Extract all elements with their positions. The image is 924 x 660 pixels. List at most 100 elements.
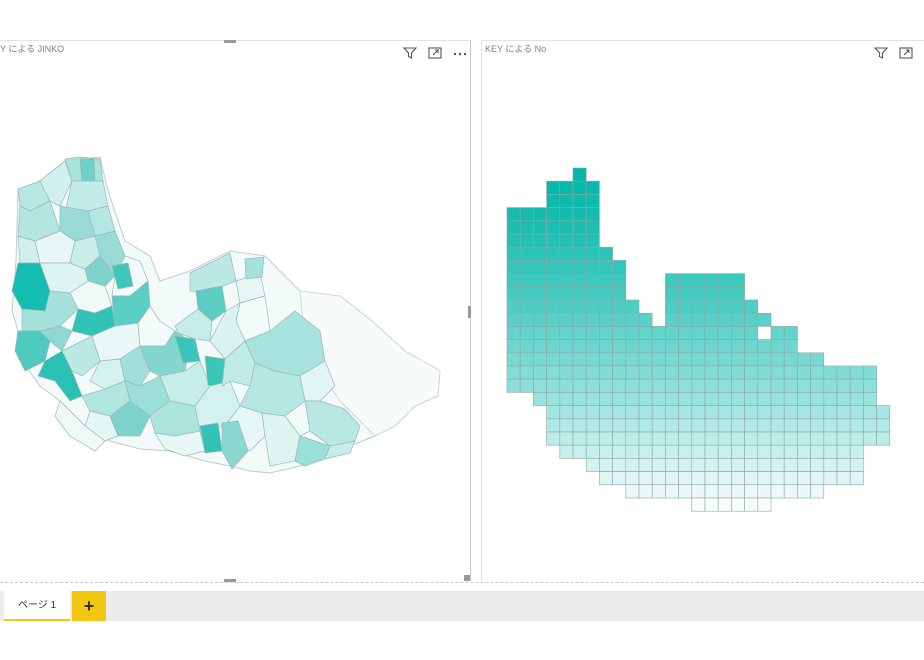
tile-cell[interactable] bbox=[717, 378, 732, 393]
tile-cell[interactable] bbox=[704, 378, 719, 393]
tile-cell[interactable] bbox=[770, 365, 785, 380]
tile-cell[interactable] bbox=[572, 352, 587, 367]
filled-map-visual[interactable]: Y による JINKO bbox=[0, 40, 471, 582]
tile-cell[interactable] bbox=[546, 339, 561, 354]
tile-cell[interactable] bbox=[770, 431, 785, 446]
tile-cell[interactable] bbox=[546, 326, 561, 340]
tile-cell[interactable] bbox=[665, 458, 679, 472]
tile-cell[interactable] bbox=[783, 326, 798, 340]
tile-cell[interactable] bbox=[810, 365, 825, 380]
tile-cell[interactable] bbox=[849, 431, 864, 446]
tile-cell[interactable] bbox=[625, 378, 640, 393]
tile-cell[interactable] bbox=[612, 299, 627, 314]
tile-cell[interactable] bbox=[797, 458, 811, 472]
tile-cell[interactable] bbox=[585, 392, 600, 406]
tile-cell[interactable] bbox=[704, 392, 719, 406]
tile-cell[interactable] bbox=[612, 339, 627, 354]
tile-cell[interactable] bbox=[546, 180, 561, 195]
tile-cell[interactable] bbox=[651, 458, 666, 472]
tile-cell[interactable] bbox=[757, 339, 772, 354]
tile-cell[interactable] bbox=[559, 326, 574, 340]
tile-cell[interactable] bbox=[599, 365, 613, 380]
tile-cell[interactable] bbox=[691, 286, 706, 301]
tile-cell[interactable] bbox=[757, 471, 772, 486]
tile-cell[interactable] bbox=[783, 339, 798, 354]
tile-cell[interactable] bbox=[770, 484, 785, 499]
tile-cell[interactable] bbox=[559, 312, 574, 327]
tile-cell[interactable] bbox=[665, 392, 679, 406]
tile-cell[interactable] bbox=[678, 312, 693, 327]
tile-cell[interactable] bbox=[863, 365, 877, 380]
tile-cell[interactable] bbox=[546, 233, 561, 248]
tile-cell[interactable] bbox=[612, 378, 627, 393]
tile-cell[interactable] bbox=[717, 484, 732, 499]
tile-cell[interactable] bbox=[678, 431, 693, 446]
tile-cell[interactable] bbox=[783, 471, 798, 486]
tile-cell[interactable] bbox=[638, 378, 653, 393]
tile-cell[interactable] bbox=[731, 484, 745, 499]
tile-cell[interactable] bbox=[651, 405, 666, 420]
tile-cell[interactable] bbox=[572, 444, 587, 459]
tile-cell[interactable] bbox=[691, 326, 706, 340]
tile-cell[interactable] bbox=[691, 484, 706, 499]
tile-cell[interactable] bbox=[546, 378, 561, 393]
tile-cell[interactable] bbox=[572, 365, 587, 380]
tile-cell[interactable] bbox=[744, 484, 759, 499]
tile-cell[interactable] bbox=[849, 365, 864, 380]
tile-cell[interactable] bbox=[704, 365, 719, 380]
tile-cell[interactable] bbox=[717, 326, 732, 340]
tile-cell[interactable] bbox=[823, 392, 838, 406]
tile-cell[interactable] bbox=[572, 326, 587, 340]
tile-cell[interactable] bbox=[572, 167, 587, 182]
tile-cell[interactable] bbox=[731, 471, 745, 486]
tile-cell[interactable] bbox=[533, 378, 547, 393]
tile-cell[interactable] bbox=[717, 444, 732, 459]
tile-cell[interactable] bbox=[691, 352, 706, 367]
tile-cell[interactable] bbox=[651, 352, 666, 367]
tile-cell[interactable] bbox=[783, 418, 798, 433]
tile-cell[interactable] bbox=[678, 378, 693, 393]
tile-cell[interactable] bbox=[797, 431, 811, 446]
tile-cell[interactable] bbox=[585, 273, 600, 288]
tile-cell[interactable] bbox=[823, 405, 838, 420]
tile-cell[interactable] bbox=[585, 180, 600, 195]
tile-cell[interactable] bbox=[678, 326, 693, 340]
tile-cell[interactable] bbox=[638, 458, 653, 472]
tile-cell[interactable] bbox=[678, 444, 693, 459]
tile-cell[interactable] bbox=[546, 220, 561, 235]
tile-cell[interactable] bbox=[836, 392, 851, 406]
tile-cell[interactable] bbox=[638, 444, 653, 459]
tile-cell[interactable] bbox=[678, 484, 693, 499]
tile-cell[interactable] bbox=[599, 458, 613, 472]
tile-cell[interactable] bbox=[559, 418, 574, 433]
tile-cell[interactable] bbox=[599, 326, 613, 340]
tile-cell[interactable] bbox=[599, 352, 613, 367]
tile-cell[interactable] bbox=[717, 431, 732, 446]
tile-cell[interactable] bbox=[849, 418, 864, 433]
tile-cell[interactable] bbox=[559, 180, 574, 195]
tile-cell[interactable] bbox=[625, 312, 640, 327]
tile-cell[interactable] bbox=[585, 378, 600, 393]
tile-cell[interactable] bbox=[665, 326, 679, 340]
tile-map-visual[interactable]: KEY による No bbox=[481, 40, 924, 581]
tile-cell[interactable] bbox=[585, 458, 600, 472]
tile-cell[interactable] bbox=[665, 365, 679, 380]
tile-cell[interactable] bbox=[783, 405, 798, 420]
tile-cell[interactable] bbox=[665, 431, 679, 446]
map-region[interactable] bbox=[204, 355, 226, 387]
tile-cell[interactable] bbox=[704, 418, 719, 433]
tile-cell[interactable] bbox=[704, 431, 719, 446]
tile-cell[interactable] bbox=[744, 431, 759, 446]
tile-cell[interactable] bbox=[823, 365, 838, 380]
tile-cell[interactable] bbox=[533, 260, 547, 274]
tile-cell[interactable] bbox=[651, 431, 666, 446]
tile-cell[interactable] bbox=[678, 405, 693, 420]
tile-cell[interactable] bbox=[783, 365, 798, 380]
tile-cell[interactable] bbox=[599, 405, 613, 420]
tile-cell[interactable] bbox=[810, 405, 825, 420]
tile-cell[interactable] bbox=[599, 392, 613, 406]
tile-cell[interactable] bbox=[717, 312, 732, 327]
tile-cell[interactable] bbox=[519, 352, 534, 367]
tile-cell[interactable] bbox=[704, 405, 719, 420]
tile-cell[interactable] bbox=[704, 444, 719, 459]
